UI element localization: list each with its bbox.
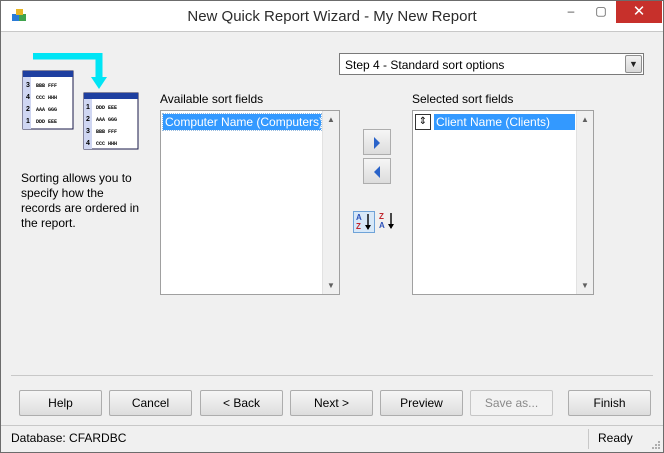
sort-records-illustration-icon: 3 BBB FFF 4 CCC HHH 2 AAA GGG 1 DDD EEE 1 DDD EE… (22, 53, 139, 150)
add-sort-field-button[interactable] (363, 129, 391, 155)
scroll-up-icon[interactable]: ▲ (577, 111, 593, 128)
illustration-row-number: 2 (86, 116, 90, 123)
list-item[interactable]: ⇕ Client Name (Clients) (415, 114, 575, 130)
save-as-button[interactable]: Save as... (470, 390, 553, 416)
ready-status: Ready (598, 431, 633, 445)
maximize-button[interactable]: ▢ (587, 1, 615, 23)
sort-asc-bottom-letter: Z (356, 222, 361, 231)
minimize-button[interactable]: – (557, 1, 585, 23)
illustration-row-text: BBB FFF (96, 129, 117, 135)
selected-list-scrollbar[interactable]: ▲ ▼ (576, 111, 593, 294)
preview-button[interactable]: Preview (380, 390, 463, 416)
sort-ascending-button[interactable]: A Z (353, 211, 375, 233)
sort-order-toggle-icon[interactable]: ⇕ (415, 114, 431, 130)
sort-desc-bottom-letter: A (379, 221, 385, 230)
remove-sort-field-button[interactable] (363, 158, 391, 184)
arrow-left-icon (374, 166, 380, 178)
illustration-row-number: 3 (86, 128, 90, 135)
illustration-row-text: AAA GGG (96, 117, 117, 123)
arrow-right-icon (374, 137, 380, 149)
wizard-window: New Quick Report Wizard - My New Report … (0, 0, 664, 453)
available-list-scrollbar[interactable]: ▲ ▼ (322, 111, 339, 294)
scroll-up-icon[interactable]: ▲ (323, 111, 339, 128)
scroll-down-icon[interactable]: ▼ (323, 277, 339, 294)
illustration-row-number: 4 (26, 94, 30, 101)
illustration-row-number: 2 (26, 106, 30, 113)
selected-sort-fields-label: Selected sort fields (412, 92, 514, 106)
back-button[interactable]: < Back (200, 390, 283, 416)
close-button[interactable]: ✕ (616, 1, 662, 23)
scroll-down-icon[interactable]: ▼ (577, 277, 593, 294)
finish-button[interactable]: Finish (568, 390, 651, 416)
sort-ascending-icon: A Z (356, 213, 371, 231)
status-bar: Database: CFARDBC Ready (1, 425, 663, 452)
help-button[interactable]: Help (19, 390, 102, 416)
cancel-button[interactable]: Cancel (109, 390, 192, 416)
illustration-row-number: 1 (86, 104, 90, 111)
footer-divider (11, 375, 653, 376)
title-bar[interactable]: New Quick Report Wizard - My New Report … (1, 1, 663, 32)
resize-grip-icon[interactable] (651, 440, 661, 450)
step-dropdown-value: Step 4 - Standard sort options (345, 58, 505, 72)
sort-descending-button[interactable]: Z A (377, 211, 399, 233)
chevron-down-icon[interactable]: ▼ (625, 55, 642, 73)
selected-sort-fields-list[interactable]: ⇕ Client Name (Clients) ▲ ▼ (412, 110, 594, 295)
sort-descending-icon: Z A (379, 212, 394, 230)
illustration-row-number: 1 (26, 118, 30, 125)
available-sort-fields-list[interactable]: Computer Name (Computers) ▲ ▼ (160, 110, 340, 295)
status-divider (588, 429, 589, 449)
illustration-row-text: AAA GGG (36, 107, 57, 113)
illustration-row-number: 3 (26, 82, 30, 89)
sort-asc-top-letter: A (356, 213, 362, 222)
illustration-row-text: DDD EEE (96, 105, 117, 111)
illustration-row-number: 4 (86, 140, 90, 147)
list-item[interactable]: Computer Name (Computers) (162, 113, 322, 131)
illustration-row-text: BBB FFF (36, 83, 57, 89)
illustration-row-text: DDD EEE (36, 119, 57, 125)
list-item-label: Client Name (Clients) (434, 114, 575, 130)
next-button[interactable]: Next > (290, 390, 373, 416)
step-dropdown[interactable]: Step 4 - Standard sort options ▼ (339, 53, 644, 75)
illustration-row-text: CCC HHH (96, 141, 117, 147)
illustration-row-text: CCC HHH (36, 95, 57, 101)
sort-desc-top-letter: Z (379, 212, 384, 221)
sorting-hint-text: Sorting allows you to specify how the re… (21, 171, 140, 230)
available-sort-fields-label: Available sort fields (160, 92, 264, 106)
database-status: Database: CFARDBC (11, 431, 127, 445)
